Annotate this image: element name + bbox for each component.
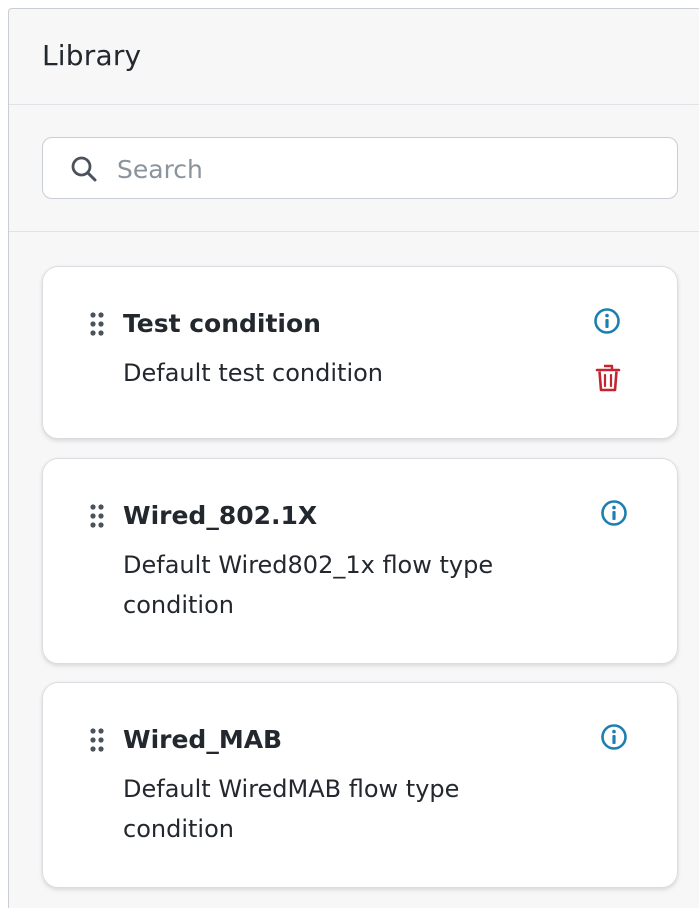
library-item-wired-mab[interactable]: Wired_MAB Default WiredMAB flow type con…	[42, 682, 678, 888]
drag-handle-icon[interactable]	[89, 503, 105, 531]
search-input[interactable]	[115, 148, 659, 190]
item-title: Wired_MAB	[123, 725, 283, 754]
item-title: Wired_802.1X	[123, 501, 318, 530]
search-icon	[71, 156, 97, 182]
library-item-wired-802-1x[interactable]: Wired_802.1X Default Wired802_1x flow ty…	[42, 458, 678, 664]
drag-handle-icon[interactable]	[89, 727, 105, 755]
search-area	[9, 105, 699, 232]
item-description: Default test condition	[123, 359, 384, 387]
item-description: Default WiredMAB flow type condition	[123, 775, 460, 843]
item-title: Test condition	[123, 309, 321, 338]
search-box[interactable]	[42, 137, 678, 199]
item-description: Default Wired802_1x flow type condition	[123, 551, 494, 619]
library-header: Library	[9, 9, 699, 105]
library-item-test-condition[interactable]: Test condition Default test condition	[42, 266, 678, 439]
info-icon[interactable]	[600, 499, 628, 527]
library-title: Library	[42, 39, 142, 72]
info-icon[interactable]	[593, 307, 621, 335]
library-panel: Library Test condition Default test cond…	[8, 8, 699, 908]
drag-handle-icon[interactable]	[89, 311, 105, 339]
trash-icon[interactable]	[595, 363, 621, 393]
info-icon[interactable]	[600, 723, 628, 751]
